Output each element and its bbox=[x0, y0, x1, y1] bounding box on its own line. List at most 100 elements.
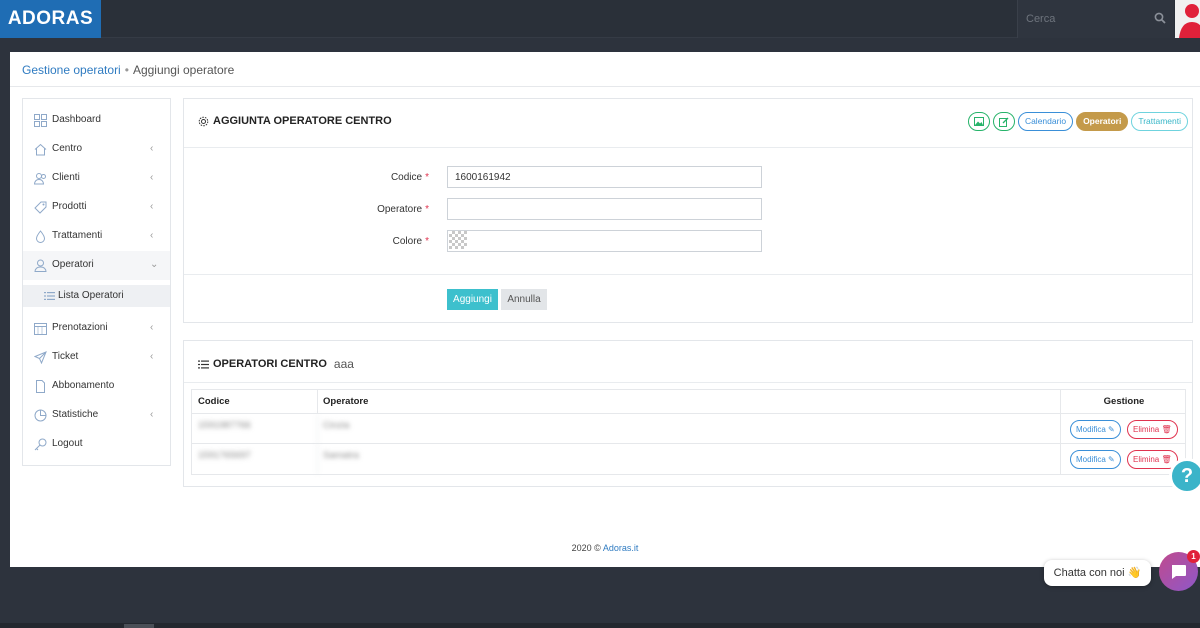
elimina-button[interactable]: Elimina 🗑 bbox=[1127, 450, 1178, 469]
key-icon bbox=[34, 438, 47, 451]
annulla-button[interactable]: Annulla bbox=[501, 289, 547, 310]
divider bbox=[10, 86, 1200, 87]
gear-icon bbox=[198, 116, 209, 126]
table-header-row: Codice Operatore Gestione bbox=[192, 390, 1185, 414]
image-icon bbox=[973, 117, 984, 126]
chevron-left-icon: ‹ bbox=[150, 143, 154, 154]
search-box bbox=[1017, 0, 1174, 38]
sidebar-item-label: Ticket bbox=[52, 351, 79, 362]
main-panel: Gestione operatori • Aggiungi operatore Da… bbox=[10, 52, 1200, 567]
sidebar-item-dashboard[interactable]: Dashboard bbox=[23, 106, 170, 135]
tag-icon bbox=[34, 201, 47, 214]
trash-icon: 🗑 bbox=[1161, 455, 1172, 464]
divider bbox=[184, 274, 1192, 275]
help-icon: ? bbox=[1180, 465, 1194, 487]
elimina-label: Elimina bbox=[1133, 425, 1160, 434]
sidebar-item-label: Centro bbox=[52, 143, 83, 154]
sidebar-item-label: Operatori bbox=[52, 259, 94, 270]
avatar[interactable] bbox=[1175, 0, 1200, 38]
chat-bubble[interactable]: Chatta con noi 👋 bbox=[1044, 560, 1151, 586]
operator-name: Cinzia bbox=[323, 420, 350, 431]
sidebar-item-trattamenti[interactable]: Trattamenti ‹ bbox=[23, 222, 170, 251]
app-logo[interactable]: ADORAS bbox=[0, 0, 101, 38]
modifica-button[interactable]: Modifica ✎ bbox=[1070, 450, 1121, 469]
operatore-label: Operatore * bbox=[344, 204, 429, 215]
colore-label-text: Colore bbox=[392, 236, 423, 247]
edit-icon bbox=[998, 117, 1009, 127]
sidebar-item-label: Prodotti bbox=[52, 201, 87, 212]
list-icon bbox=[44, 292, 55, 300]
breadcrumb-parent-link[interactable]: Gestione operatori bbox=[22, 63, 121, 77]
drop-icon bbox=[35, 230, 46, 243]
notification-badge: 1 bbox=[1187, 550, 1200, 563]
send-icon bbox=[34, 351, 47, 364]
dashboard-icon bbox=[34, 114, 47, 127]
column-header-actions: Gestione bbox=[1060, 390, 1187, 413]
sidebar-item-label: Dashboard bbox=[52, 114, 101, 125]
sidebar-item-abbonamento[interactable]: Abbonamento bbox=[23, 372, 170, 401]
codice-label-text: Codice bbox=[390, 172, 423, 183]
trattamenti-button[interactable]: Trattamenti bbox=[1131, 112, 1188, 131]
users-icon bbox=[34, 173, 46, 185]
divider bbox=[184, 382, 1192, 383]
modifica-label: Modifica bbox=[1076, 425, 1106, 434]
search-input[interactable] bbox=[1018, 0, 1153, 38]
center-name: aaa bbox=[333, 357, 354, 371]
sidebar-item-clienti[interactable]: Clienti ‹ bbox=[23, 164, 170, 193]
codice-label: Codice * bbox=[344, 172, 429, 183]
color-swatch[interactable] bbox=[449, 231, 467, 249]
row-actions: Modifica ✎ Elimina 🗑 bbox=[1060, 414, 1187, 443]
sidebar-item-statistiche[interactable]: Statistiche ‹ bbox=[23, 401, 170, 430]
sidebar-subitem-label: Lista Operatori bbox=[58, 290, 124, 301]
operatore-label-text: Operatore bbox=[377, 204, 423, 215]
column-header-operator: Operatore bbox=[323, 396, 369, 407]
elimina-label: Elimina bbox=[1133, 455, 1160, 464]
sidebar: Dashboard Centro ‹ Clienti ‹ Prodotti ‹ … bbox=[22, 98, 171, 466]
divider bbox=[184, 147, 1192, 148]
search-icon[interactable] bbox=[1154, 12, 1166, 24]
chevron-left-icon: ‹ bbox=[150, 230, 154, 241]
sidebar-item-prodotti[interactable]: Prodotti ‹ bbox=[23, 193, 170, 222]
operatore-field[interactable] bbox=[447, 198, 762, 220]
footer: 2020 © Adoras.it bbox=[10, 543, 1200, 553]
wave-icon: 👋 bbox=[1127, 567, 1142, 579]
sidebar-item-operatori[interactable]: Operatori ⌄ bbox=[23, 251, 170, 280]
elimina-button[interactable]: Elimina 🗑 bbox=[1127, 420, 1178, 439]
image-button[interactable] bbox=[967, 112, 990, 131]
sidebar-subitem-lista-operatori[interactable]: Lista Operatori bbox=[23, 285, 170, 307]
chevron-left-icon: ‹ bbox=[150, 351, 154, 362]
calendar-icon bbox=[34, 323, 47, 335]
calendario-button[interactable]: Calendario bbox=[1017, 112, 1074, 131]
sidebar-item-label: Statistiche bbox=[52, 409, 99, 420]
add-operator-card: AGGIUNTA OPERATORE CENTRO Calendario Ope… bbox=[183, 98, 1193, 323]
chevron-left-icon: ‹ bbox=[150, 172, 154, 183]
pie-icon bbox=[34, 409, 47, 422]
modifica-button[interactable]: Modifica ✎ bbox=[1070, 420, 1121, 439]
chevron-left-icon: ‹ bbox=[150, 322, 154, 333]
chevron-left-icon: ‹ bbox=[150, 201, 154, 212]
footer-link[interactable]: Adoras.it bbox=[603, 543, 639, 553]
help-button[interactable]: ? bbox=[1169, 458, 1200, 494]
table-row: 1591987766 Cinzia Modifica ✎ Elimina 🗑 bbox=[192, 414, 1185, 444]
sidebar-item-logout[interactable]: Logout bbox=[23, 430, 170, 459]
color-picker-field[interactable] bbox=[447, 230, 762, 252]
chat-label: Chatta con noi bbox=[1053, 567, 1125, 579]
bottom-strip bbox=[0, 623, 1200, 628]
edit-icon: ✎ bbox=[1108, 425, 1115, 434]
codice-field[interactable] bbox=[447, 166, 762, 188]
card-title-text: OPERATORI CENTRO bbox=[213, 358, 327, 370]
aggiungi-button[interactable]: Aggiungi bbox=[447, 289, 498, 310]
sidebar-item-ticket[interactable]: Ticket ‹ bbox=[23, 343, 170, 372]
operatori-button[interactable]: Operatori bbox=[1076, 112, 1129, 131]
sidebar-item-prenotazioni[interactable]: Prenotazioni ‹ bbox=[23, 314, 170, 343]
edit-button[interactable] bbox=[992, 112, 1015, 131]
sidebar-item-centro[interactable]: Centro ‹ bbox=[23, 135, 170, 164]
list-icon bbox=[198, 360, 209, 368]
card-title: OPERATORI CENTRO aaa bbox=[198, 357, 354, 371]
colore-label: Colore * bbox=[344, 236, 429, 247]
footer-text: 2020 © bbox=[571, 543, 601, 553]
bottom-tab bbox=[124, 624, 154, 628]
modifica-label: Modifica bbox=[1076, 455, 1106, 464]
trash-icon: 🗑 bbox=[1161, 425, 1172, 434]
operator-code: 1591987766 bbox=[192, 414, 318, 443]
